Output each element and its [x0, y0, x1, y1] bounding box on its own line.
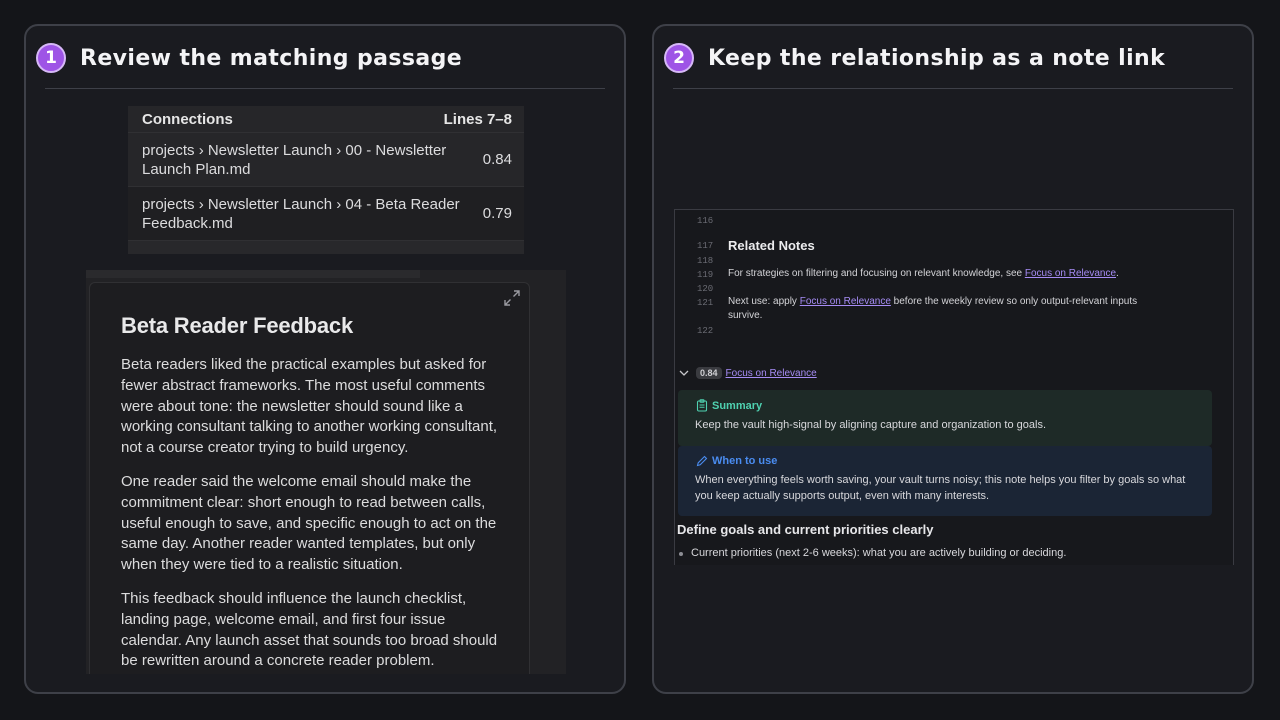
connection-path: projects › Newsletter Launch › 00 - News…: [142, 141, 447, 178]
line-number: 120: [697, 284, 714, 294]
related-note-link[interactable]: Focus on Relevance: [726, 368, 817, 379]
line-number: 118: [697, 256, 714, 266]
related-notes-heading: Related Notes: [728, 238, 815, 253]
chevron-down-icon[interactable]: [678, 367, 690, 379]
divider: [45, 88, 605, 89]
step-2-panel: 2 Keep the relationship as a note link 1…: [652, 24, 1254, 694]
step-1-header: 1 Review the matching passage: [36, 40, 462, 76]
editor-line-121-wrap: survive.: [728, 310, 763, 321]
note-link[interactable]: Focus on Relevance: [800, 296, 891, 307]
editor-line-121: Next use: apply Focus on Relevance befor…: [728, 295, 1137, 309]
step-title: Review the matching passage: [80, 45, 463, 71]
similarity-score-badge: 0.84: [696, 367, 722, 379]
connection-row[interactable]: projects › Newsletter Launch › 04 - Beta…: [128, 186, 524, 240]
line-number: 116: [697, 216, 714, 226]
step-title: Keep the relationship as a note link: [708, 45, 1166, 71]
preview-body: Beta readers liked the practical example…: [121, 355, 506, 674]
connection-row-clipped: [128, 240, 524, 254]
connection-score: 0.84: [482, 151, 512, 168]
preview-paragraph: One reader said the welcome email should…: [121, 472, 497, 574]
hover-preview-container: Beta Reader Feedback Beta readers liked …: [86, 270, 566, 674]
when-label: When to use: [712, 455, 778, 467]
step-1-panel: 1 Review the matching passage Connection…: [24, 24, 626, 694]
bullet-item: Current priorities (next 2-6 weeks): wha…: [691, 547, 1067, 559]
preview-title: Beta Reader Feedback: [121, 313, 353, 338]
line-text: For strategies on filtering and focusing…: [728, 268, 1025, 279]
summary-label-row: Summary: [696, 399, 762, 412]
when-to-use-callout: When to use When everything feels worth …: [678, 446, 1212, 516]
connections-title: Connections: [142, 110, 233, 128]
note-preview-popover: Beta Reader Feedback Beta readers liked …: [89, 282, 530, 674]
line-text: before the weekly review so only output-…: [890, 296, 1138, 307]
preview-paragraph: This feedback should influence the launc…: [121, 589, 498, 670]
related-note-row[interactable]: 0.84 Focus on Relevance: [678, 367, 817, 379]
pencil-icon: [696, 455, 708, 467]
preview-paragraph: Beta readers liked the practical example…: [121, 356, 498, 457]
when-text: When everything feels worth saving, your…: [695, 474, 1186, 502]
summary-callout: Summary Keep the vault high-signal by al…: [678, 390, 1212, 446]
section-heading: Define goals and current priorities clea…: [677, 522, 934, 537]
step-number-badge: 2: [664, 43, 694, 73]
note-link[interactable]: Focus on Relevance: [1025, 268, 1116, 279]
note-editor[interactable]: 116 117 118 119 120 121 122 Related Note…: [674, 209, 1234, 565]
line-text: .: [1116, 268, 1119, 279]
step-2-header: 2 Keep the relationship as a note link: [664, 40, 1165, 76]
connection-score: 0.79: [482, 205, 512, 222]
summary-label: Summary: [712, 399, 763, 412]
line-number: 117: [697, 241, 714, 251]
line-number: 119: [697, 270, 714, 280]
connection-path: projects › Newsletter Launch › 04 - Beta…: [142, 195, 460, 232]
line-number: 122: [697, 326, 714, 336]
expand-icon[interactable]: [503, 289, 521, 307]
line-number: 121: [697, 298, 714, 308]
editor-line-119: For strategies on filtering and focusing…: [728, 267, 1119, 281]
connection-row[interactable]: projects › Newsletter Launch › 00 - News…: [128, 132, 524, 186]
clipboard-icon: [696, 399, 708, 412]
line-text: Next use: apply: [728, 296, 800, 307]
divider: [673, 88, 1233, 89]
connections-panel: Connections Lines 7–8 projects › Newslet…: [128, 106, 524, 254]
preview-backdrop: [86, 270, 420, 278]
summary-text: Keep the vault high-signal by aligning c…: [695, 419, 1047, 431]
connections-header: Connections Lines 7–8: [128, 106, 524, 132]
bullet-marker: [679, 552, 683, 556]
line-range: Lines 7–8: [443, 110, 512, 128]
when-label-row: When to use: [696, 455, 777, 467]
step-number-badge: 1: [36, 43, 66, 73]
